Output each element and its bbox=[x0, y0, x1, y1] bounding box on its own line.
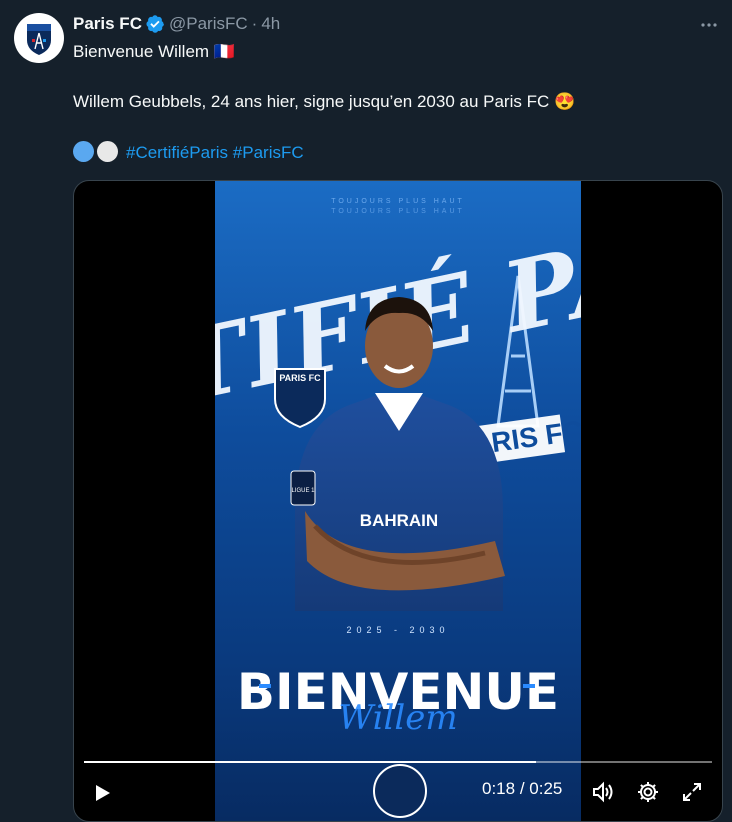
sleeve-badge: LIGUE 1 bbox=[291, 488, 315, 494]
settings-button[interactable] bbox=[635, 779, 661, 805]
more-horizontal-icon bbox=[701, 23, 717, 27]
svg-text:TOUJOURS PLUS HAUT: TOUJOURS PLUS HAUT bbox=[331, 198, 465, 205]
tweet-text-line-1: Bienvenue Willem 🇫🇷 bbox=[73, 41, 235, 63]
video-controls: 0:18 / 0:25 bbox=[74, 757, 722, 821]
video-progress-bar[interactable] bbox=[84, 761, 712, 763]
expand-icon bbox=[683, 783, 701, 801]
more-options-button[interactable] bbox=[698, 14, 720, 36]
paris-fc-logo-icon bbox=[15, 14, 63, 62]
gear-icon bbox=[638, 782, 658, 802]
hashtag-certifie-paris[interactable]: #CertifiéParis bbox=[126, 143, 228, 162]
time-separator: / bbox=[519, 779, 525, 798]
tweet-header: Paris FC @ParisFC · 4h bbox=[73, 13, 280, 35]
tweet-hashtag-line: #CertifiéParis #ParisFC bbox=[73, 141, 304, 164]
mute-button[interactable] bbox=[590, 779, 616, 805]
hashtag-parisfc[interactable]: #ParisFC bbox=[233, 143, 304, 162]
video-progress-fill bbox=[84, 761, 537, 763]
poster-artwork: TOUJOURS PLUS HAUT TOUJOURS PLUS HAUT CE… bbox=[215, 181, 581, 818]
svg-text:TOUJOURS PLUS HAUT: TOUJOURS PLUS HAUT bbox=[331, 208, 465, 215]
timestamp[interactable]: 4h bbox=[261, 14, 280, 34]
current-time: 0:18 bbox=[482, 779, 516, 798]
blue-circle-emoji bbox=[73, 141, 94, 162]
tweet-text: Bienvenue Willem bbox=[73, 42, 210, 61]
player-script-text: Willem bbox=[338, 698, 457, 738]
separator-dot: · bbox=[251, 14, 258, 33]
heart-eyes-emoji: 😍 bbox=[554, 92, 576, 111]
years-text: 2025 - 2030 bbox=[346, 625, 449, 635]
play-icon bbox=[96, 785, 110, 801]
play-button[interactable] bbox=[90, 781, 114, 805]
tweet-text-line-2: Willem Geubbels, 24 ans hier, signe jusq… bbox=[73, 91, 575, 113]
white-circle-emoji bbox=[97, 141, 118, 162]
sponsor-text: BAHRAIN bbox=[360, 511, 438, 530]
duration: 0:25 bbox=[529, 779, 563, 798]
avatar[interactable] bbox=[14, 13, 64, 63]
flag-france-emoji: 🇫🇷 bbox=[213, 42, 235, 61]
video-timecode: 0:18 / 0:25 bbox=[482, 779, 562, 799]
tweet-text: Willem Geubbels, 24 ans hier, signe jusq… bbox=[73, 92, 550, 111]
verified-badge-icon[interactable] bbox=[145, 14, 165, 34]
volume-icon bbox=[593, 781, 613, 803]
video-player[interactable]: TOUJOURS PLUS HAUT TOUJOURS PLUS HAUT CE… bbox=[73, 180, 723, 822]
video-poster[interactable]: TOUJOURS PLUS HAUT TOUJOURS PLUS HAUT CE… bbox=[215, 181, 581, 821]
display-name[interactable]: Paris FC bbox=[73, 14, 142, 34]
fullscreen-button[interactable] bbox=[679, 779, 705, 805]
handle[interactable]: @ParisFC bbox=[169, 14, 248, 34]
poster-badge-text: PARIS FC bbox=[279, 373, 321, 383]
